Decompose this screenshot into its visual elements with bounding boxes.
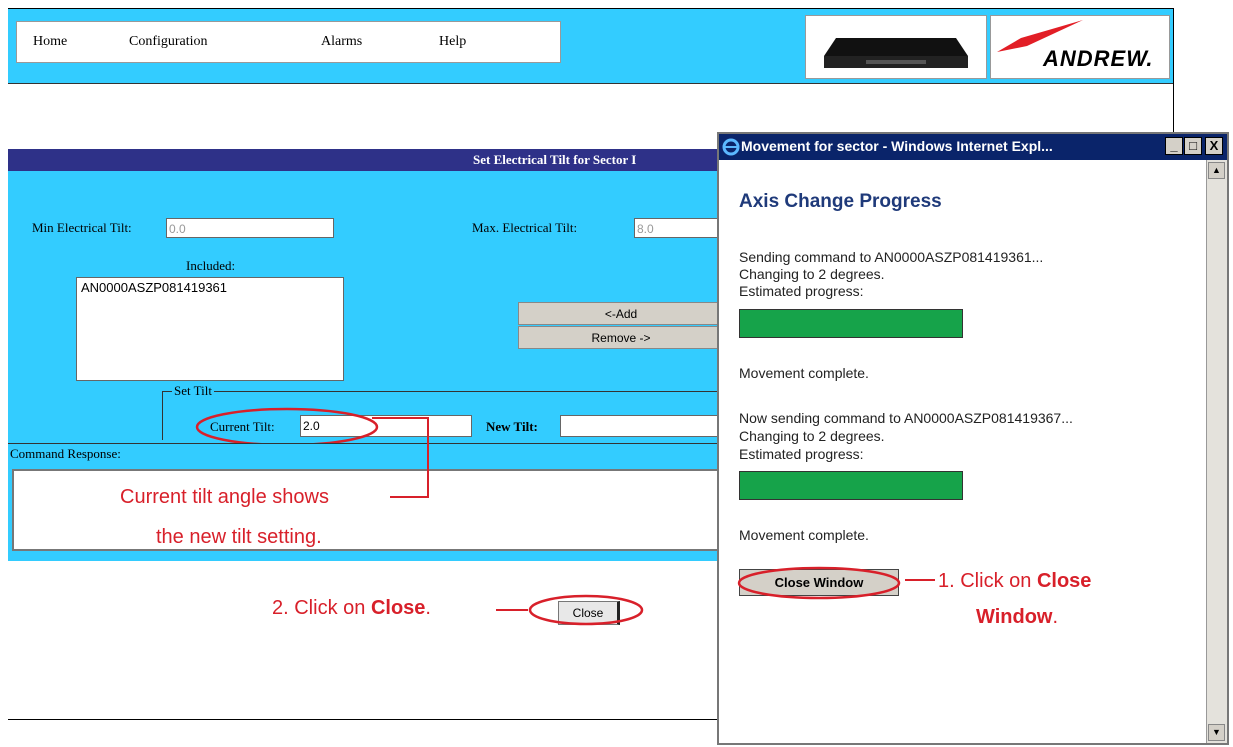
brand-logo: ANDREW. (990, 15, 1170, 79)
window-close-button[interactable]: X (1205, 137, 1223, 155)
device-icon (824, 38, 968, 68)
add-button[interactable]: <-Add (518, 302, 724, 325)
top-banner: Home Configuration Alarms Help ANDREW. (8, 9, 1173, 84)
minimize-button[interactable]: _ (1165, 137, 1183, 155)
status-line-8: Movement complete. (739, 527, 869, 543)
min-tilt-field[interactable]: 0.0 (166, 218, 334, 238)
status-line-5: Now sending command to AN0000ASZP0814193… (739, 410, 1073, 426)
menu-alarms[interactable]: Alarms (321, 34, 362, 50)
close-button[interactable]: Close (558, 601, 620, 625)
movement-popup-window: Movement for sector - Windows Internet E… (717, 132, 1229, 745)
status-line-3: Estimated progress: (739, 283, 864, 299)
max-tilt-field[interactable]: 8.0 (634, 218, 724, 238)
step1-annotation-line1: 1. Click on Close (938, 570, 1092, 592)
status-line-7: Estimated progress: (739, 446, 864, 462)
status-line-4: Movement complete. (739, 365, 869, 381)
scroll-down-icon[interactable]: ▼ (1208, 724, 1225, 741)
status-line-6: Changing to 2 degrees. (739, 428, 885, 444)
new-tilt-label: New Tilt: (486, 419, 538, 434)
max-tilt-label: Max. Electrical Tilt: (472, 220, 578, 235)
menu-help[interactable]: Help (439, 34, 466, 50)
popup-scrollbar[interactable]: ▲ ▼ (1206, 160, 1227, 743)
remove-button[interactable]: Remove -> (518, 326, 724, 349)
new-tilt-field[interactable] (560, 415, 724, 437)
included-list[interactable]: AN0000ASZP081419361 (76, 277, 344, 381)
step2-annotation: 2. Click on Close. (272, 597, 431, 619)
set-tilt-label: Set Tilt (172, 383, 214, 399)
progress-bar-1 (739, 309, 963, 338)
device-image (805, 15, 987, 79)
tilt-annotation-line2: the new tilt setting. (156, 526, 322, 548)
status-line-1: Sending command to AN0000ASZP081419361..… (739, 249, 1044, 265)
popup-heading: Axis Change Progress (739, 191, 942, 212)
list-item[interactable]: AN0000ASZP081419361 (81, 280, 343, 296)
menu-home[interactable]: Home (33, 34, 67, 50)
close-window-highlight-ellipse (737, 566, 901, 600)
internet-explorer-icon (722, 138, 740, 156)
popup-title: Movement for sector - Windows Internet E… (741, 138, 1053, 154)
top-menu: Home Configuration Alarms Help (16, 21, 561, 63)
status-line-2: Changing to 2 degrees. (739, 266, 885, 282)
progress-bar-2 (739, 471, 963, 500)
menu-configuration[interactable]: Configuration (129, 34, 208, 50)
popup-titlebar[interactable]: Movement for sector - Windows Internet E… (719, 134, 1227, 160)
command-response-label: Command Response: (10, 446, 121, 461)
maximize-button[interactable]: □ (1184, 137, 1202, 155)
tilt-annotation-line1: Current tilt angle shows (120, 486, 329, 508)
step1-annotation-line2: Window. (976, 606, 1059, 628)
form-title: Set Electrical Tilt for Sector I (473, 152, 637, 167)
included-label: Included: (186, 258, 236, 273)
min-tilt-label: Min Electrical Tilt: (32, 220, 132, 235)
brand-name: ANDREW. (1043, 46, 1154, 71)
scroll-up-icon[interactable]: ▲ (1208, 162, 1225, 179)
